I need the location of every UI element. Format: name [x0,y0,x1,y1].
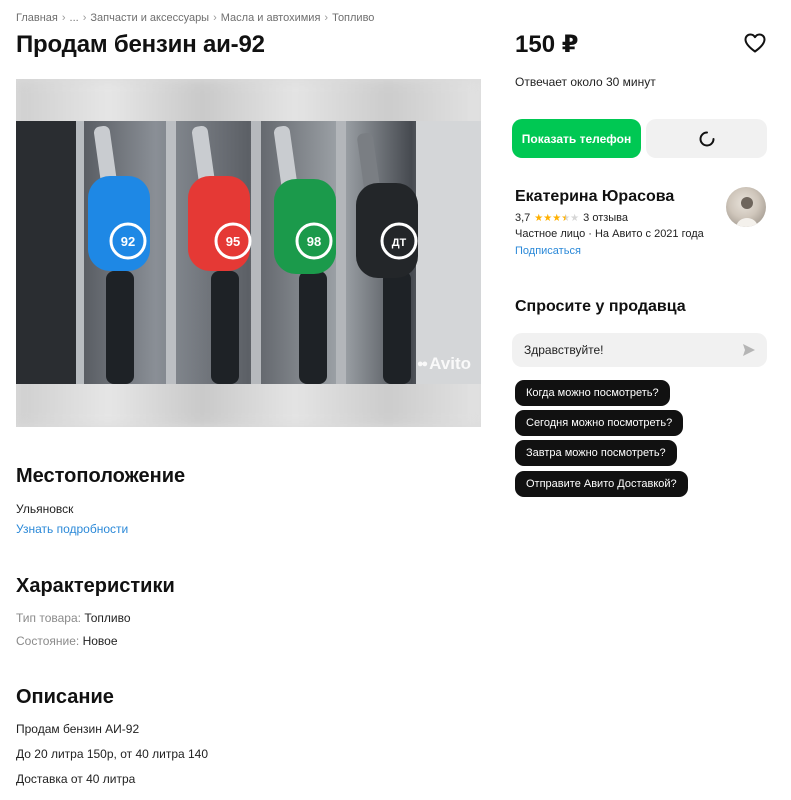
breadcrumb-separator: › [213,12,217,24]
characteristics-heading: Характеристики [16,575,175,597]
price: 150 ₽ [515,31,579,58]
reply-time: Отвечает около 30 минут [515,75,656,89]
breadcrumb-separator: › [82,12,87,24]
message-button[interactable] [646,119,767,158]
ask-seller-heading: Спросите у продавца [515,298,686,315]
location-city: Ульяновск [16,502,74,516]
characteristic-value: Топливо [84,611,131,625]
characteristic-label: Состояние: [16,634,80,648]
characteristic-value: Новое [82,634,118,648]
photo-gallery[interactable]: 92 95 98 ДТ ●● Avito [16,79,481,427]
seller-info: Частное лицо · На Авито с 2021 года [515,228,704,240]
characteristic-label: Тип товара: [16,611,81,625]
message-input[interactable] [512,333,767,367]
seller-name[interactable]: Екатерина Юрасова [515,188,674,206]
listing-photo[interactable]: 92 95 98 ДТ ●● Avito [16,121,481,384]
nozzle-label-dt: ДТ [392,237,407,249]
subscribe-link[interactable]: Подписаться [515,245,581,257]
avito-watermark: ●● Avito [417,354,471,374]
location-heading: Местоположение [16,465,186,487]
description-line: До 20 литра 150р, от 40 литра 140 [16,747,209,761]
description-line: Продам бензин АИ-92 [16,722,140,736]
characteristic-row: Состояние: Новое [16,634,118,648]
quick-question-chip[interactable]: Завтра можно посмотреть? [515,440,677,466]
breadcrumb: Главная ›... › Запчасти и аксессуары › Масла … [16,12,374,24]
breadcrumb-separator: › [324,12,329,24]
rating-value: 3,7 [515,212,531,224]
rating-stars: ★★★★★ [534,212,580,224]
fuel-nozzles-illustration: 92 95 98 ДТ [16,121,481,384]
description-line: Доставка от 40 литра [16,772,136,786]
show-phone-button[interactable]: Показать телефон [512,119,641,158]
location-details-link[interactable]: Узнать подробности [16,522,128,536]
reviews-count[interactable]: 3 отзыва [583,212,628,224]
description-heading: Описание [16,686,114,708]
breadcrumb-item-home[interactable]: Главная [16,12,58,24]
nozzle-label-92: 92 [121,234,135,249]
breadcrumb-item-ellipsis[interactable]: ... [70,12,79,24]
quick-question-chip[interactable]: Сегодня можно посмотреть? [515,410,684,436]
breadcrumb-item-oils[interactable]: Масла и автохимия [221,12,321,24]
breadcrumb-separator: › [61,12,66,24]
quick-question-chip[interactable]: Отправите Авито Доставкой? [515,471,688,497]
heart-icon[interactable] [743,31,767,55]
spinner-icon [699,131,714,146]
watermark-text: Avito [429,354,471,373]
nozzle-label-95: 95 [226,234,240,249]
breadcrumb-item-parts[interactable]: Запчасти и аксессуары [90,12,209,24]
avito-logo-icon: ●● [416,358,428,370]
quick-question-chip[interactable]: Когда можно посмотреть? [515,380,670,406]
characteristic-row: Тип товара: Топливо [16,611,131,625]
seller-rating: 3,7 ★★★★★ 3 отзыва [515,212,628,224]
avatar[interactable] [726,187,766,227]
breadcrumb-item-fuel[interactable]: Топливо [332,12,374,24]
send-icon[interactable] [742,343,756,357]
page-title: Продам бензин аи-92 [16,31,265,58]
nozzle-label-98: 98 [307,234,321,249]
